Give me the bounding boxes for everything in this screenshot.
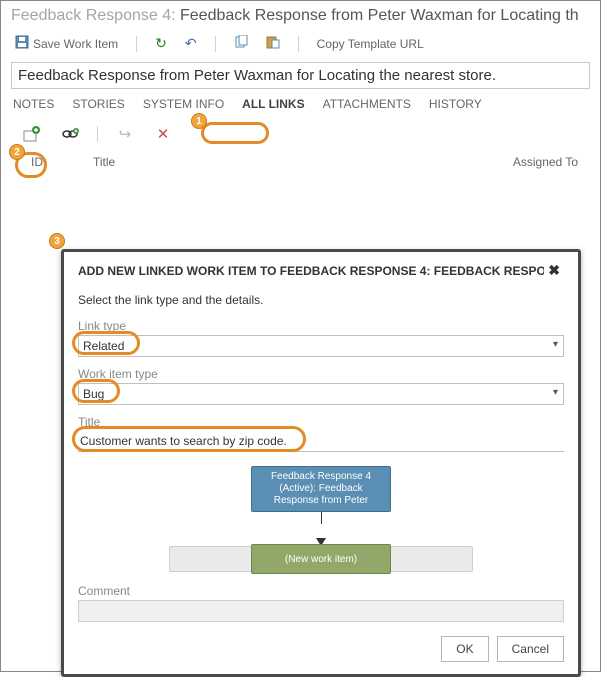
comment-input[interactable] — [78, 600, 564, 622]
work-item-type-select[interactable]: Bug — [78, 383, 564, 405]
save-label: Save Work Item — [33, 37, 118, 51]
paste-icon — [266, 35, 280, 52]
link-type-select[interactable]: Related — [78, 335, 564, 357]
links-columns: ID Title Assigned To — [1, 151, 600, 169]
tab-stories[interactable]: STORIES — [72, 95, 124, 113]
tab-history[interactable]: HISTORY — [429, 95, 482, 113]
preview-parent-node: Feedback Response 4 (Active): Feedback R… — [251, 466, 391, 512]
paste-button[interactable] — [262, 33, 284, 54]
copy-template-url-button[interactable]: Copy Template URL — [313, 35, 428, 53]
col-title: Title — [93, 155, 115, 169]
refresh-icon: ↻ — [155, 35, 167, 52]
preview-new-node: (New work item) — [251, 544, 391, 574]
annotation-badge-3: 3 — [49, 233, 65, 249]
header-title-text: Feedback Response from Peter Waxman for … — [176, 7, 579, 24]
undo-button[interactable]: ↶ — [181, 33, 201, 54]
dialog-prompt: Select the link type and the details. — [78, 293, 564, 307]
comment-label: Comment — [78, 584, 564, 598]
preview-side-node-right — [383, 546, 473, 572]
copy-template-url-label: Copy Template URL — [317, 37, 424, 51]
dialog-title: ADD NEW LINKED WORK ITEM TO FEEDBACK RES… — [78, 264, 544, 278]
ok-button[interactable]: OK — [441, 636, 488, 662]
dialog-close-button[interactable]: ✖ — [544, 262, 564, 279]
annotation-badge-2: 2 — [9, 144, 25, 160]
cancel-button[interactable]: Cancel — [497, 636, 564, 662]
arrow-stem — [321, 512, 322, 524]
page-header: Feedback Response 4: Feedback Response f… — [1, 1, 600, 27]
separator — [97, 126, 98, 142]
separator — [215, 36, 216, 52]
undo-icon: ↶ — [185, 35, 197, 52]
add-linked-work-item-dialog: ADD NEW LINKED WORK ITEM TO FEEDBACK RES… — [61, 249, 581, 677]
add-new-linked-item-button[interactable] — [21, 123, 43, 145]
link-type-label: Link type — [78, 319, 564, 333]
copy-icon — [234, 35, 248, 52]
work-item-title-field[interactable]: Feedback Response from Peter Waxman for … — [11, 62, 590, 89]
separator — [298, 36, 299, 52]
tab-attachments[interactable]: ATTACHMENTS — [323, 95, 411, 113]
delete-link-button[interactable]: ✕ — [152, 123, 174, 145]
close-icon: ✖ — [548, 262, 560, 278]
links-toolbar: ↪ ✕ — [1, 113, 600, 151]
link-preview-diagram: Feedback Response 4 (Active): Feedback R… — [78, 466, 564, 574]
tab-notes[interactable]: NOTES — [13, 95, 54, 113]
header-id: Feedback Response 4: — [11, 7, 176, 24]
work-item-type-label: Work item type — [78, 367, 564, 381]
separator — [136, 36, 137, 52]
refresh-button[interactable]: ↻ — [151, 33, 171, 54]
tab-system-info[interactable]: SYSTEM INFO — [143, 95, 224, 113]
col-assigned-to: Assigned To — [513, 155, 578, 169]
open-link-button[interactable]: ↪ — [114, 123, 136, 145]
link-existing-item-button[interactable] — [59, 123, 81, 145]
main-toolbar: Save Work Item ↻ ↶ Copy Template URL — [1, 27, 600, 60]
title-label: Title — [78, 415, 564, 429]
col-id: ID — [31, 155, 43, 169]
tab-all-links[interactable]: ALL LINKS — [242, 95, 304, 113]
annotation-badge-1: 1 — [191, 113, 207, 129]
copy-button[interactable] — [230, 33, 252, 54]
save-work-item-button[interactable]: Save Work Item — [11, 33, 122, 54]
title-input[interactable] — [78, 431, 564, 452]
save-icon — [15, 35, 29, 52]
preview-side-node-left — [169, 546, 259, 572]
tab-strip: NOTES STORIES SYSTEM INFO ALL LINKS ATTA… — [1, 95, 600, 113]
